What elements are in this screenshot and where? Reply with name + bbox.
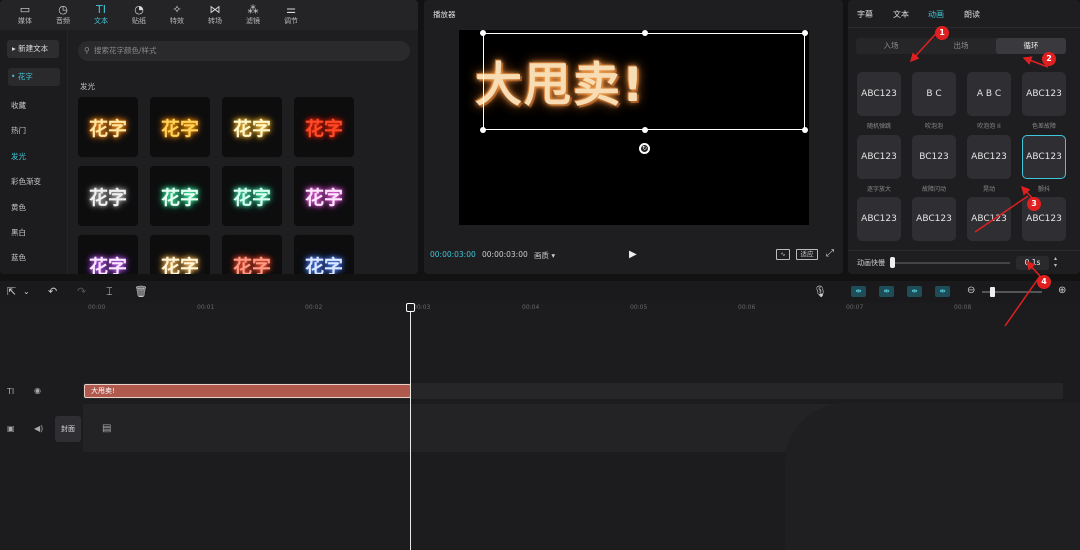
annotation-badge: 4 bbox=[1037, 275, 1051, 289]
annotation-badge: 3 bbox=[1027, 197, 1041, 211]
annotation-arrows bbox=[909, 26, 1049, 327]
annotation-badge: 1 bbox=[935, 26, 949, 40]
annotation-badge: 2 bbox=[1042, 52, 1056, 66]
